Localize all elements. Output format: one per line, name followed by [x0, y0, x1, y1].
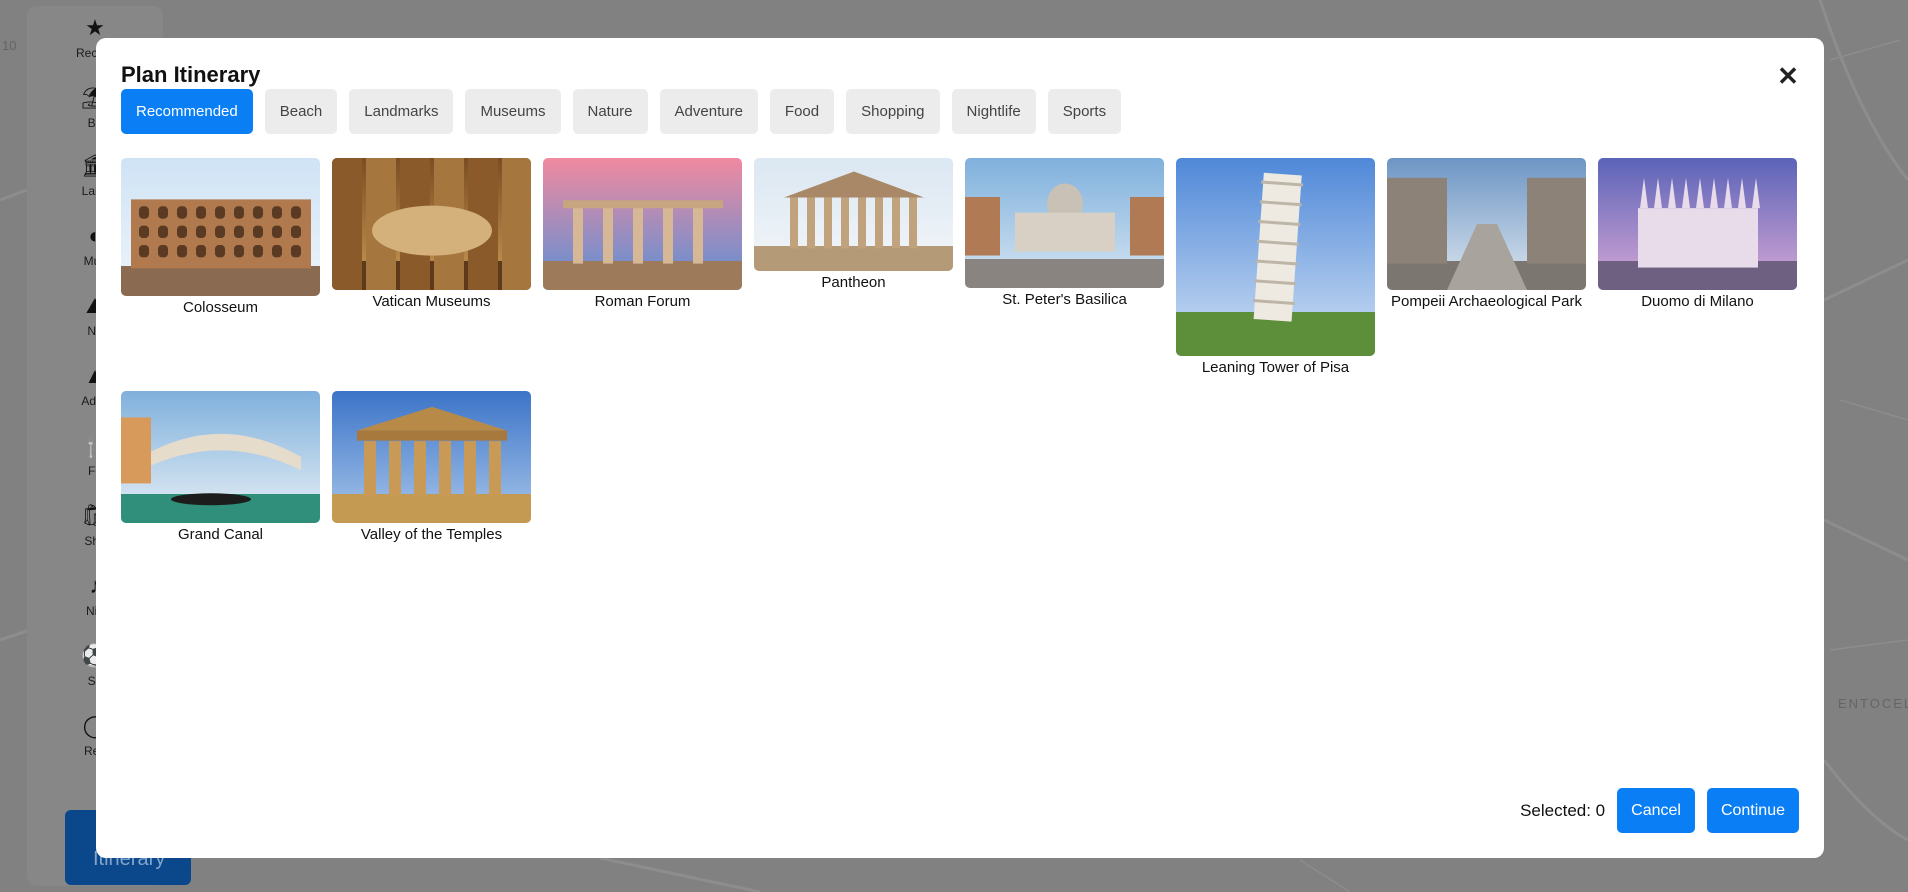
- tab-beach[interactable]: Beach: [264, 89, 338, 134]
- plan-itinerary-modal: Plan Itinerary ✕ Recommended Beach Landmar…: [96, 38, 1824, 858]
- place-card[interactable]: Leaning Tower of Pisa: [1176, 158, 1375, 377]
- place-card[interactable]: Pompeii Archaeological Park: [1387, 158, 1586, 311]
- place-name: St. Peter's Basilica: [1002, 291, 1127, 308]
- places-grid: Colosseum Vatican Museums Roman Forum Pa…: [121, 158, 1804, 544]
- place-name: Vatican Museums: [372, 293, 491, 310]
- place-card[interactable]: Duomo di Milano: [1598, 158, 1797, 311]
- place-card[interactable]: Roman Forum: [543, 158, 742, 311]
- place-name: Duomo di Milano: [1641, 293, 1754, 310]
- tab-shopping[interactable]: Shopping: [846, 89, 940, 134]
- close-icon[interactable]: ✕: [1774, 62, 1802, 90]
- tab-nature[interactable]: Nature: [572, 89, 648, 134]
- place-card[interactable]: Colosseum: [121, 158, 320, 317]
- place-name: Pantheon: [821, 274, 886, 291]
- place-card[interactable]: St. Peter's Basilica: [965, 158, 1164, 309]
- place-card[interactable]: Valley of the Temples: [332, 391, 531, 544]
- place-name: Pompeii Archaeological Park: [1391, 293, 1582, 310]
- place-thumbnail: [332, 391, 531, 523]
- place-thumbnail: [121, 391, 320, 523]
- place-thumbnail: [121, 158, 320, 296]
- place-name: Colosseum: [182, 299, 259, 316]
- place-thumbnail: [754, 158, 953, 271]
- tab-landmarks[interactable]: Landmarks: [349, 89, 454, 134]
- place-thumbnail: [1387, 158, 1586, 290]
- tab-adventure[interactable]: Adventure: [659, 89, 758, 134]
- category-tabs: Recommended Beach Landmarks Museums Nature Ad…: [121, 89, 1133, 134]
- place-name: Grand Canal: [177, 526, 264, 543]
- place-thumbnail: [332, 158, 531, 290]
- place-card[interactable]: Grand Canal: [121, 391, 320, 544]
- place-card[interactable]: Pantheon: [754, 158, 953, 292]
- modal-footer: Selected: 0 Cancel Continue: [1520, 788, 1799, 833]
- tab-museums[interactable]: Museums: [465, 89, 561, 134]
- modal-title: Plan Itinerary: [121, 62, 261, 87]
- cancel-button[interactable]: Cancel: [1617, 788, 1695, 833]
- place-thumbnail: [1598, 158, 1797, 290]
- place-thumbnail: [1176, 158, 1375, 356]
- tab-nightlife[interactable]: Nightlife: [951, 89, 1036, 134]
- place-name: Leaning Tower of Pisa: [1201, 359, 1350, 376]
- place-name: Roman Forum: [594, 293, 691, 310]
- tab-recommended[interactable]: Recommended: [121, 89, 253, 134]
- place-name: Valley of the Temples: [360, 526, 503, 543]
- place-thumbnail: [543, 158, 742, 290]
- place-card[interactable]: Vatican Museums: [332, 158, 531, 311]
- place-thumbnail: [965, 158, 1164, 288]
- tab-food[interactable]: Food: [769, 89, 835, 134]
- continue-button[interactable]: Continue: [1706, 788, 1799, 833]
- selected-count: Selected: 0: [1520, 800, 1606, 820]
- tab-sports[interactable]: Sports: [1047, 89, 1122, 134]
